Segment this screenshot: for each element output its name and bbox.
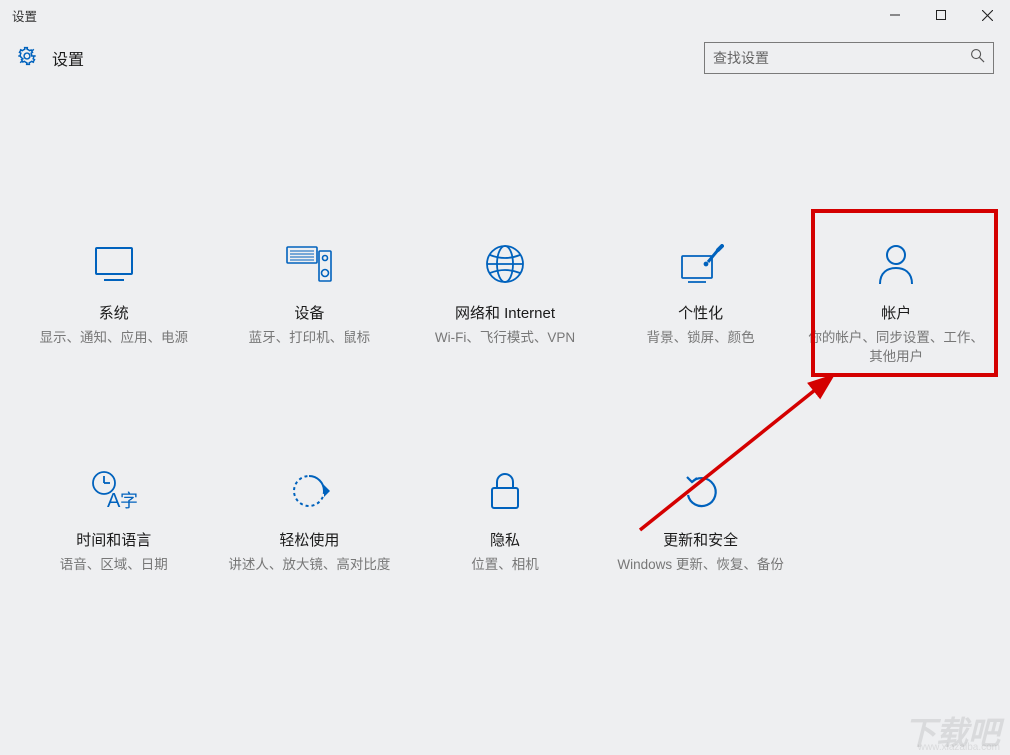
tile-network[interactable]: 网络和 Internet Wi-Fi、飞行模式、VPN bbox=[407, 240, 603, 367]
tile-desc: 位置、相机 bbox=[471, 556, 539, 575]
tile-update-security[interactable]: 更新和安全 Windows 更新、恢复、备份 bbox=[603, 467, 799, 575]
search-box[interactable] bbox=[704, 42, 994, 74]
tile-desc: 讲述人、放大镜、高对比度 bbox=[228, 556, 390, 575]
gear-icon bbox=[16, 45, 38, 72]
tile-desc: 显示、通知、应用、电源 bbox=[40, 329, 189, 348]
tile-title: 时间和语言 bbox=[76, 529, 151, 550]
page-title: 设置 bbox=[52, 46, 84, 70]
tile-desc: Wi-Fi、飞行模式、VPN bbox=[435, 329, 575, 348]
svg-text:A: A bbox=[107, 490, 121, 512]
svg-text:字: 字 bbox=[120, 491, 138, 511]
tile-desc: 蓝牙、打印机、鼠标 bbox=[249, 329, 371, 348]
tile-title: 更新和安全 bbox=[663, 529, 738, 550]
tile-desc: 你的帐户、同步设置、工作、其他用户 bbox=[806, 329, 986, 367]
globe-icon bbox=[484, 240, 526, 288]
header: 设置 bbox=[0, 30, 1010, 100]
tile-accounts[interactable]: 帐户 你的帐户、同步设置、工作、其他用户 bbox=[798, 240, 994, 367]
tile-ease-of-access[interactable]: 轻松使用 讲述人、放大镜、高对比度 bbox=[212, 467, 408, 575]
close-button[interactable] bbox=[964, 0, 1010, 30]
devices-icon bbox=[285, 240, 333, 288]
search-input[interactable] bbox=[713, 50, 970, 66]
tile-title: 系统 bbox=[99, 302, 129, 323]
lock-icon bbox=[488, 467, 522, 515]
tile-system[interactable]: 系统 显示、通知、应用、电源 bbox=[16, 240, 212, 367]
tile-desc: 背景、锁屏、颜色 bbox=[647, 329, 755, 348]
tile-title: 轻松使用 bbox=[279, 529, 339, 550]
watermark-url: www.xiazaiba.com bbox=[918, 742, 1000, 753]
tile-desc: Windows 更新、恢复、备份 bbox=[617, 556, 784, 575]
window-titlebar: 设置 bbox=[0, 0, 1010, 30]
tile-title: 网络和 Internet bbox=[455, 302, 555, 323]
system-icon bbox=[92, 240, 136, 288]
update-icon bbox=[680, 467, 722, 515]
tile-title: 帐户 bbox=[881, 302, 911, 323]
settings-grid: 系统 显示、通知、应用、电源 设备 蓝牙、打印机、鼠标 bbox=[0, 100, 1010, 575]
tile-title: 个性化 bbox=[678, 302, 723, 323]
tile-personalization[interactable]: 个性化 背景、锁屏、颜色 bbox=[603, 240, 799, 367]
personalization-icon bbox=[678, 240, 724, 288]
tile-desc: 语音、区域、日期 bbox=[60, 556, 168, 575]
minimize-button[interactable] bbox=[872, 0, 918, 30]
time-language-icon: A 字 bbox=[90, 467, 138, 515]
window-title: 设置 bbox=[8, 6, 37, 25]
tile-time-language[interactable]: A 字 时间和语言 语音、区域、日期 bbox=[16, 467, 212, 575]
person-icon bbox=[876, 240, 916, 288]
ease-of-access-icon bbox=[288, 467, 330, 515]
search-icon bbox=[970, 48, 985, 68]
maximize-button[interactable] bbox=[918, 0, 964, 30]
tile-title: 隐私 bbox=[490, 529, 520, 550]
tile-devices[interactable]: 设备 蓝牙、打印机、鼠标 bbox=[212, 240, 408, 367]
tile-privacy[interactable]: 隐私 位置、相机 bbox=[407, 467, 603, 575]
tile-title: 设备 bbox=[294, 302, 324, 323]
window-controls bbox=[872, 0, 1010, 30]
